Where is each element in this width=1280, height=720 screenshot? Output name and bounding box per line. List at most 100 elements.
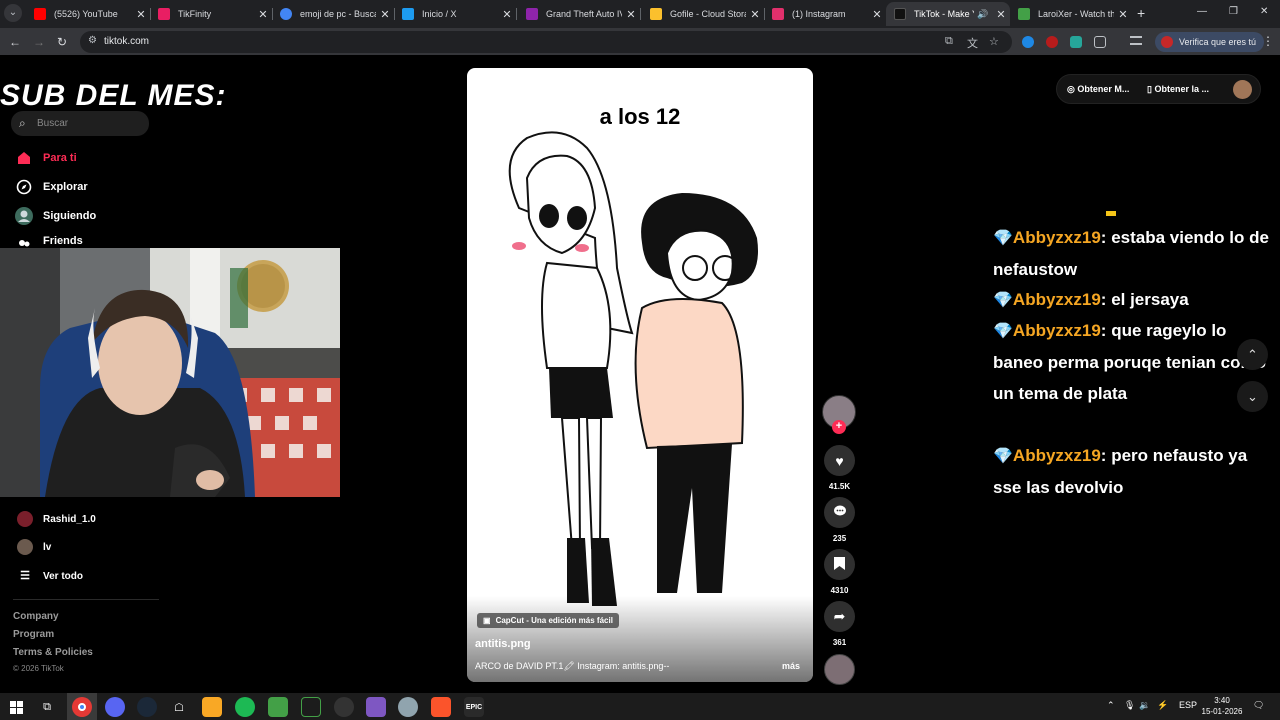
restore-icon[interactable]: ❐ [1229,6,1238,17]
extension-icon[interactable] [1070,36,1082,48]
extensions-puzzle-icon[interactable] [1094,36,1106,48]
spotify-icon[interactable] [235,697,255,717]
microphone-icon[interactable]: 🎙 [1124,700,1135,711]
extension-icon[interactable] [1022,36,1034,48]
install-app-icon[interactable]: ⧉ [945,35,953,48]
clock[interactable]: 3:40 15-01-2026 [1201,695,1243,717]
tikfinity-favicon-icon [158,8,170,20]
tab-title: TikTok - Make Yo [914,9,974,19]
bookmark-star-icon[interactable]: ☆ [989,35,999,48]
reload-icon[interactable]: ↻ [57,35,67,49]
browser-tab[interactable]: (1) Instagram ✕ [764,2,886,26]
account-name: lv [43,541,52,553]
app-icon[interactable] [301,697,321,717]
close-tab-icon[interactable]: ✕ [746,8,764,21]
app-icon[interactable] [398,697,418,717]
sidebar-item-para-ti[interactable]: Para ti [14,148,77,168]
sidebar-item-siguiendo[interactable]: Siguiendo [14,206,96,226]
close-tab-icon[interactable]: ✕ [622,8,640,21]
site-info-icon[interactable]: ⚙ [88,35,97,46]
video-author[interactable]: antitis.png [475,638,531,650]
tab-list-icon[interactable] [1130,36,1142,45]
app-icon[interactable]: ☖ [169,697,189,717]
discord-icon[interactable] [105,697,125,717]
bookmark-icon [834,556,845,573]
obs-icon[interactable] [334,697,354,717]
chevron-up-icon: ⌃ [1247,347,1258,362]
close-tab-icon[interactable]: ✕ [498,8,516,21]
translate-icon[interactable]: 文 [967,35,978,51]
windows-start-icon[interactable] [6,697,26,717]
app-grid-icon[interactable] [366,697,386,717]
browser-tab[interactable]: Gofile - Cloud Storage ✕ [642,2,764,26]
following-account-item[interactable]: lv [17,539,51,555]
close-tab-icon[interactable]: ✕ [1114,8,1132,21]
search-icon: ⌕ [19,116,26,130]
browser-menu-icon[interactable]: ⋮ [1262,34,1274,48]
network-icon[interactable]: ⚡ [1157,700,1168,711]
follow-plus-icon[interactable]: + [832,420,846,434]
new-tab-button[interactable]: + [1137,5,1145,21]
close-window-icon[interactable]: ✕ [1260,6,1268,17]
video-more-button[interactable]: más [782,661,800,671]
browser-tab[interactable]: LaroiXer - Watch the ✕ [1010,2,1132,26]
task-view-icon[interactable]: ⧉ [37,697,57,717]
minimize-icon[interactable]: — [1197,6,1207,17]
brave-icon[interactable] [431,697,451,717]
sound-disc-avatar[interactable] [824,654,855,685]
save-button[interactable] [824,549,855,580]
browser-tab-active[interactable]: TikTok - Make Yo 🔊 ✕ [886,2,1010,26]
tab-search-button[interactable]: ⌄ [4,4,22,22]
video-player[interactable]: a los 12 ▣ CapCut - Una edición más fáci… [467,68,813,682]
file-explorer-icon[interactable] [202,697,222,717]
share-button[interactable]: ➦ [824,601,855,632]
notifications-icon[interactable]: 🗨 [1253,700,1264,711]
close-tab-icon[interactable]: ✕ [376,8,394,21]
browser-tab[interactable]: Inicio / X ✕ [394,2,516,26]
browser-tab[interactable]: TikFinity ✕ [150,2,272,26]
address-url[interactable]: tiktok.com [104,36,149,47]
footer-link-terms[interactable]: Terms & Policies [13,647,93,658]
previous-video-button[interactable]: ⌃ [1237,339,1268,370]
capcut-tag[interactable]: ▣ CapCut - Una edición más fácil [477,613,619,628]
address-bar[interactable]: ⚙ tiktok.com ⧉ 文 ☆ [80,31,1012,53]
back-arrow-icon[interactable]: ← [9,35,21,49]
get-app-button[interactable]: ▯ Obtener la ... [1147,84,1209,95]
forward-arrow-icon[interactable]: → [33,35,45,49]
comment-button[interactable] [824,497,855,528]
close-tab-icon[interactable]: ✕ [992,8,1010,21]
search-input[interactable]: ⌕ Buscar [11,111,149,136]
home-icon [14,148,34,168]
browser-tab[interactable]: (5526) YouTube ✕ [26,2,150,26]
following-account-item[interactable]: Rashid_1.0 [17,511,96,527]
close-tab-icon[interactable]: ✕ [868,8,886,21]
tab-separator [516,8,517,20]
laroixer-favicon-icon [1018,8,1030,20]
account-name: Rashid_1.0 [43,513,96,525]
footer-link-company[interactable]: Company [13,611,59,622]
profile-verify-button[interactable]: Verifica que eres tú [1155,32,1265,52]
steam-icon[interactable] [137,697,157,717]
app-icon[interactable] [268,697,288,717]
like-button[interactable]: ♥ [824,445,855,476]
next-video-button[interactable]: ⌄ [1237,381,1268,412]
browser-tab[interactable]: Grand Theft Auto IV ✕ [518,2,640,26]
language-indicator[interactable]: ESP [1179,700,1197,710]
get-coins-button[interactable]: ◎ Obtener M... [1067,84,1129,95]
browser-tab[interactable]: emoji de pc - Buscar ✕ [272,2,394,26]
see-all-label: Ver todo [43,570,84,582]
volume-icon[interactable]: 🔉 [1139,700,1150,711]
close-tab-icon[interactable]: ✕ [132,8,150,21]
tray-overflow-icon[interactable]: ⌃ [1107,700,1115,711]
tab-audio-icon[interactable]: 🔊 [974,9,992,20]
profile-avatar[interactable] [1233,80,1252,99]
extension-icon[interactable] [1046,36,1058,48]
epic-games-icon[interactable]: EPIC [464,697,484,717]
close-tab-icon[interactable]: ✕ [254,8,272,21]
chrome-icon[interactable] [72,697,92,717]
sidebar-item-friends[interactable]: Friends [14,235,83,249]
see-all-button[interactable]: ☰ Ver todo [17,568,83,584]
sidebar-item-explorar[interactable]: Explorar [14,177,88,197]
footer-link-program[interactable]: Program [13,629,54,640]
share-icon: ➦ [833,608,846,624]
